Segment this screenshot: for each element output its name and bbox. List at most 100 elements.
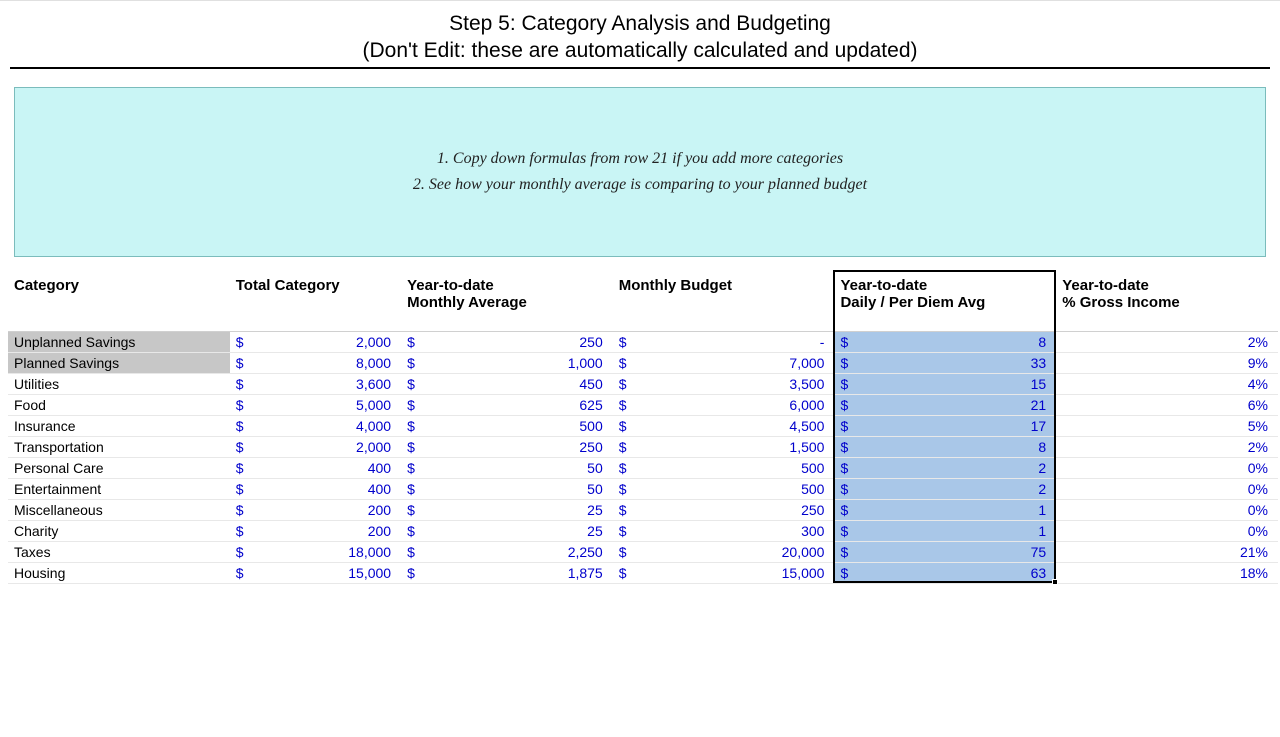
cell[interactable]: $- <box>613 331 835 352</box>
cell[interactable]: $6,000 <box>613 394 835 415</box>
cell-pct[interactable]: 2% <box>1056 331 1278 352</box>
cell[interactable]: $2,250 <box>401 541 613 562</box>
cell[interactable]: $17 <box>834 415 1056 436</box>
cell[interactable]: $15,000 <box>613 562 835 583</box>
cell[interactable]: $500 <box>613 457 835 478</box>
cell-category[interactable]: Miscellaneous <box>8 499 230 520</box>
cell[interactable]: $50 <box>401 457 613 478</box>
cell[interactable]: $2,000 <box>230 436 401 457</box>
cell[interactable]: $500 <box>401 415 613 436</box>
cell[interactable]: $250 <box>401 436 613 457</box>
cell[interactable]: $8 <box>834 436 1056 457</box>
table-row[interactable]: Housing$15,000$1,875$15,000$6318% <box>8 562 1278 583</box>
cell[interactable]: $1,500 <box>613 436 835 457</box>
header-ytd-monthly-avg[interactable]: Year-to-date Monthly Average <box>401 271 613 332</box>
cell[interactable]: $500 <box>613 478 835 499</box>
cell[interactable]: $300 <box>613 520 835 541</box>
cell[interactable]: $50 <box>401 478 613 499</box>
header-ytd-pct[interactable]: Year-to-date % Gross Income <box>1056 271 1278 332</box>
cell-pct[interactable]: 0% <box>1056 457 1278 478</box>
cell-category[interactable]: Unplanned Savings <box>8 331 230 352</box>
cell-pct[interactable]: 18% <box>1056 562 1278 583</box>
cell[interactable]: $33 <box>834 352 1056 373</box>
cell[interactable]: $8 <box>834 331 1056 352</box>
cell-value: 625 <box>407 397 607 413</box>
cell[interactable]: $63 <box>834 562 1056 583</box>
cell[interactable]: $2 <box>834 478 1056 499</box>
cell-pct[interactable]: 4% <box>1056 373 1278 394</box>
category-table[interactable]: Category Total Category Year-to-date Mon… <box>8 271 1278 584</box>
cell[interactable]: $2,000 <box>230 331 401 352</box>
cell[interactable]: $400 <box>230 457 401 478</box>
cell-pct[interactable]: 9% <box>1056 352 1278 373</box>
table-row[interactable]: Taxes$18,000$2,250$20,000$7521% <box>8 541 1278 562</box>
currency-symbol: $ <box>236 523 244 539</box>
cell-pct[interactable]: 0% <box>1056 499 1278 520</box>
cell[interactable]: $250 <box>401 331 613 352</box>
header-monthly-budget[interactable]: Monthly Budget <box>613 271 835 332</box>
cell[interactable]: $625 <box>401 394 613 415</box>
cell[interactable]: $450 <box>401 373 613 394</box>
table-row[interactable]: Food$5,000$625$6,000$216% <box>8 394 1278 415</box>
currency-symbol: $ <box>619 544 627 560</box>
cell-category[interactable]: Entertainment <box>8 478 230 499</box>
cell-category[interactable]: Transportation <box>8 436 230 457</box>
currency-symbol: $ <box>840 460 848 476</box>
cell-pct[interactable]: 6% <box>1056 394 1278 415</box>
cell[interactable]: $4,500 <box>613 415 835 436</box>
cell[interactable]: $4,000 <box>230 415 401 436</box>
cell-category[interactable]: Utilities <box>8 373 230 394</box>
cell-category[interactable]: Food <box>8 394 230 415</box>
header-category[interactable]: Category <box>8 271 230 332</box>
table-row[interactable]: Miscellaneous$200$25$250$10% <box>8 499 1278 520</box>
header-ytd-daily[interactable]: Year-to-date Daily / Per Diem Avg <box>834 271 1056 332</box>
table-row[interactable]: Utilities$3,600$450$3,500$154% <box>8 373 1278 394</box>
cell[interactable]: $25 <box>401 520 613 541</box>
table-row[interactable]: Insurance$4,000$500$4,500$175% <box>8 415 1278 436</box>
table-row[interactable]: Transportation$2,000$250$1,500$82% <box>8 436 1278 457</box>
cell[interactable]: $8,000 <box>230 352 401 373</box>
cell[interactable]: $1 <box>834 520 1056 541</box>
cell-category[interactable]: Personal Care <box>8 457 230 478</box>
cell[interactable]: $20,000 <box>613 541 835 562</box>
currency-symbol: $ <box>236 334 244 350</box>
cell[interactable]: $75 <box>834 541 1056 562</box>
cell[interactable]: $400 <box>230 478 401 499</box>
cell[interactable]: $1,875 <box>401 562 613 583</box>
cell-pct[interactable]: 5% <box>1056 415 1278 436</box>
cell-value: 3,500 <box>619 376 829 392</box>
cell-pct[interactable]: 0% <box>1056 478 1278 499</box>
cell[interactable]: $18,000 <box>230 541 401 562</box>
table-row[interactable]: Unplanned Savings$2,000$250$-$82% <box>8 331 1278 352</box>
cell[interactable]: $5,000 <box>230 394 401 415</box>
cell-pct[interactable]: 0% <box>1056 520 1278 541</box>
cell-category[interactable]: Charity <box>8 520 230 541</box>
cell[interactable]: $3,500 <box>613 373 835 394</box>
table-row[interactable]: Personal Care$400$50$500$20% <box>8 457 1278 478</box>
cell-pct[interactable]: 21% <box>1056 541 1278 562</box>
cell-category[interactable]: Planned Savings <box>8 352 230 373</box>
cell-category[interactable]: Insurance <box>8 415 230 436</box>
title-block: Step 5: Category Analysis and Budgeting … <box>10 4 1270 69</box>
cell[interactable]: $250 <box>613 499 835 520</box>
cell[interactable]: $15 <box>834 373 1056 394</box>
header-total[interactable]: Total Category <box>230 271 401 332</box>
table-row[interactable]: Planned Savings$8,000$1,000$7,000$339% <box>8 352 1278 373</box>
cell[interactable]: $2 <box>834 457 1056 478</box>
cell[interactable]: $1,000 <box>401 352 613 373</box>
table-row[interactable]: Charity$200$25$300$10% <box>8 520 1278 541</box>
cell[interactable]: $3,600 <box>230 373 401 394</box>
cell[interactable]: $7,000 <box>613 352 835 373</box>
cell-pct[interactable]: 2% <box>1056 436 1278 457</box>
table-row[interactable]: Entertainment$400$50$500$20% <box>8 478 1278 499</box>
cell[interactable]: $15,000 <box>230 562 401 583</box>
cell[interactable]: $25 <box>401 499 613 520</box>
header-row: Category Total Category Year-to-date Mon… <box>8 271 1278 332</box>
cell[interactable]: $200 <box>230 520 401 541</box>
table-body: Unplanned Savings$2,000$250$-$82%Planned… <box>8 331 1278 583</box>
cell[interactable]: $200 <box>230 499 401 520</box>
cell[interactable]: $21 <box>834 394 1056 415</box>
cell-category[interactable]: Housing <box>8 562 230 583</box>
cell[interactable]: $1 <box>834 499 1056 520</box>
cell-category[interactable]: Taxes <box>8 541 230 562</box>
